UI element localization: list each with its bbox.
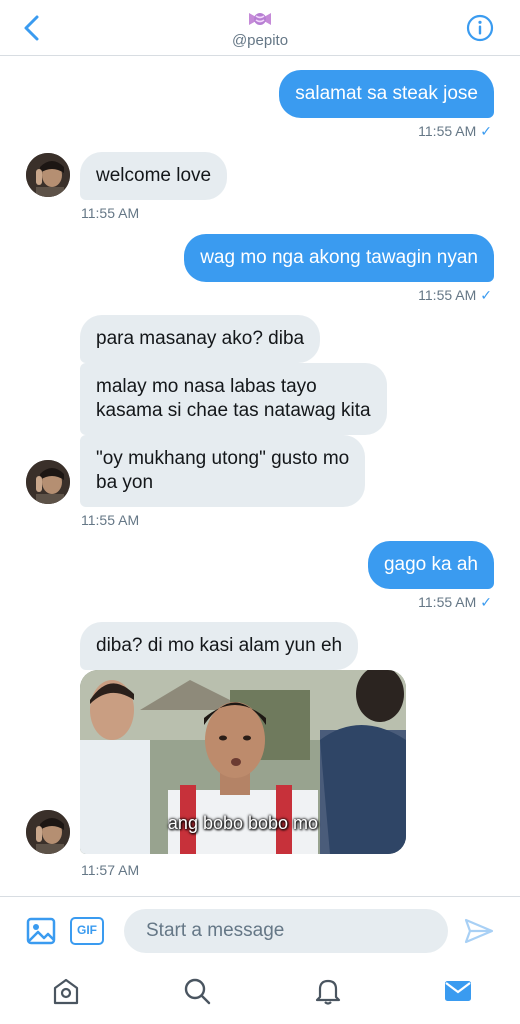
message-line: ba yon	[96, 472, 154, 493]
gif-button[interactable]: GIF	[70, 917, 104, 945]
message-input[interactable]	[124, 909, 448, 953]
message-bubble-outgoing[interactable]: wag mo nga akong tawagin nyan	[184, 234, 494, 282]
image-icon[interactable]	[26, 917, 56, 945]
message-bubble-outgoing[interactable]: salamat sa steak jose	[279, 70, 494, 118]
read-check-icon: ✓	[480, 123, 492, 139]
message-line: kasama si chae tas natawag kita	[96, 400, 371, 421]
message-bubble-incoming[interactable]: malay mo nasa labas tayo kasama si chae …	[80, 363, 387, 435]
message-line: "oy mukhang utong" gusto mo	[96, 448, 350, 469]
message-timestamp: 11:55 AM	[81, 512, 140, 528]
message-bubble-outgoing[interactable]: gago ka ah	[367, 541, 494, 589]
message-timestamp: 11:55 AM ✓	[418, 594, 492, 610]
message-bubble-incoming[interactable]: welcome love	[80, 152, 228, 200]
message-line: malay mo nasa labas tayo	[96, 376, 317, 397]
read-check-icon: ✓	[480, 287, 492, 303]
message-timestamp: 11:55 AM	[81, 205, 140, 221]
message-bubble-incoming[interactable]: para masanay ako? diba	[80, 315, 321, 363]
message-composer: GIF	[0, 896, 520, 964]
message-timestamp: 11:55 AM ✓	[418, 123, 492, 139]
message-media-image[interactable]: ang bobo bobo mo	[80, 670, 406, 854]
avatar[interactable]	[26, 810, 70, 854]
message-bubble-incoming[interactable]: diba? di mo kasi alam yun eh	[80, 622, 359, 670]
info-icon[interactable]	[466, 14, 494, 42]
profile-photo	[26, 460, 70, 504]
avatar[interactable]	[26, 153, 70, 197]
read-check-icon: ✓	[480, 594, 492, 610]
candy-emoji-icon[interactable]	[248, 8, 272, 30]
conversation-handle[interactable]: @pepito	[0, 32, 520, 49]
notifications-icon[interactable]	[313, 976, 343, 1006]
home-icon[interactable]	[51, 976, 81, 1006]
bottom-navigation	[0, 964, 520, 1024]
messages-icon[interactable]	[443, 976, 473, 1006]
send-icon[interactable]	[464, 917, 494, 945]
profile-photo	[26, 153, 70, 197]
media-caption: ang bobo bobo mo	[167, 813, 319, 833]
message-timestamp: 11:55 AM ✓	[418, 287, 492, 303]
message-bubble-incoming[interactable]: "oy mukhang utong" gusto mo ba yon	[80, 435, 366, 507]
message-timestamp: 11:57 AM	[81, 862, 140, 878]
search-icon[interactable]	[182, 976, 212, 1006]
avatar[interactable]	[26, 460, 70, 504]
profile-photo	[26, 810, 70, 854]
conversation-header: @pepito	[0, 0, 520, 56]
